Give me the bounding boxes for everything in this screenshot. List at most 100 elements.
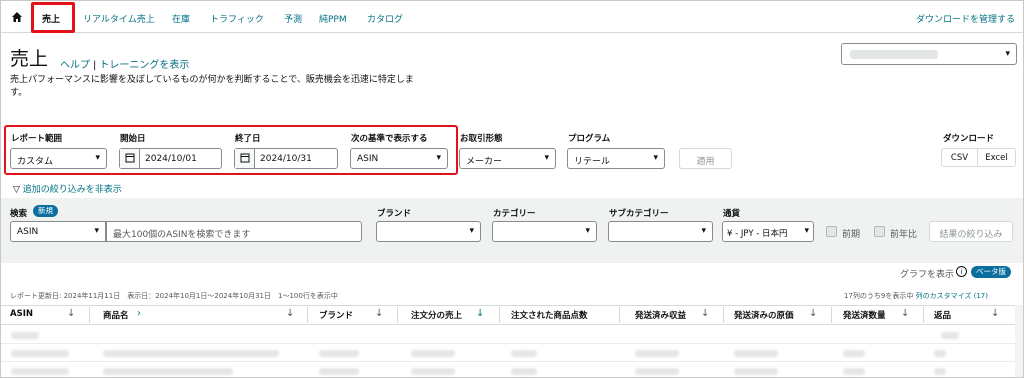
table-row[interactable] [1,362,1023,377]
table-scrollbar[interactable] [1015,305,1023,377]
app-frame: 売上 リアルタイム売上 在庫 トラフィック 予測 純PPM カタログ ダウンロー… [0,0,1024,378]
col-header-shipped-units[interactable]: 発送済数量 [843,309,886,321]
currency-label: 通貨 [723,209,741,219]
chevron-down-icon: ▾ [1005,49,1010,59]
columns-info: 17列のうち9を表示中 列のカスタマイズ (17) [844,291,988,301]
hide-filters-toggle[interactable]: ▽ 追加の絞り込みを非表示 [13,182,122,195]
start-date-label: 開始日 [120,134,146,144]
column-divider [923,307,924,323]
program-select[interactable]: リテール ▾ [567,148,665,169]
currency-select[interactable]: ¥ - JPY - 日本円 ▾ [722,221,814,242]
prev-period-checkbox[interactable] [826,226,837,237]
sort-arrow-icon[interactable]: ↓ [809,308,817,319]
column-divider [619,307,620,323]
chevron-down-icon: ▾ [94,226,99,236]
show-by-select[interactable]: ASIN ▾ [350,148,448,169]
columns-shown-text: 17列のうち9を表示中 [844,292,914,300]
help-link[interactable]: ヘルプ [60,60,90,71]
nav-tab-traffic[interactable]: トラフィック [210,12,264,25]
sort-arrow-icon[interactable]: ↓ [701,308,709,319]
customize-columns-link[interactable]: 列のカスタマイズ (17) [916,292,988,300]
chevron-down-icon: ▾ [544,153,549,163]
col-header-product-name[interactable]: 商品名 [103,309,129,321]
col-header-ordered-revenue[interactable]: 注文分の売上 [411,309,462,321]
refine-results-button[interactable]: 結果の絞り込み [929,221,1013,242]
sort-arrow-icon[interactable]: ↓ [375,308,383,319]
col-header-asin[interactable]: ASIN [10,309,33,319]
col-header-returns[interactable]: 返品 [934,309,951,321]
beta-badge: ベータ版 [971,266,1011,278]
show-by-label: 次の基準で表示する [351,134,428,144]
manage-downloads-link[interactable]: ダウンロードを管理する [916,12,1015,25]
account-select[interactable]: ▾ [841,43,1017,65]
apply-button[interactable]: 適用 [679,148,732,169]
currency-value: ¥ - JPY - 日本円 [727,229,788,239]
subcategory-select[interactable]: ▾ [608,221,713,242]
distributor-select[interactable]: メーカー ▾ [459,148,556,169]
show-graph-link[interactable]: グラフを表示 [900,267,954,280]
new-badge: 新規 [33,205,58,217]
end-date-value: 2024/10/31 [260,154,312,164]
category-label: カテゴリー [493,209,536,219]
csv-button[interactable]: CSV [941,148,978,167]
brand-select[interactable]: ▾ [376,221,481,242]
sort-arrow-icon[interactable]: ↓ [901,308,909,319]
nav-tab-realtime-sales[interactable]: リアルタイム売上 [83,12,155,25]
column-divider [499,307,500,323]
nav-tab-net-ppm[interactable]: 純PPM [319,12,347,25]
col-header-shipped-revenue[interactable]: 発送済み収益 [635,309,686,321]
table-row[interactable] [1,326,1023,344]
download-label: ダウンロード [943,134,995,144]
column-divider [397,307,398,323]
nav-tab-catalog[interactable]: カタログ [367,12,403,25]
end-date-label: 終了日 [235,134,261,144]
hide-filters-label: 追加の絞り込みを非表示 [22,185,122,195]
chevron-down-icon: ▾ [436,153,441,163]
col-header-brand[interactable]: ブランド [319,309,353,321]
column-divider [307,307,308,323]
expand-chevron-icon[interactable]: › [137,308,141,319]
report-range-select[interactable]: カスタム ▾ [10,148,107,169]
report-range-label: レポート範囲 [11,134,63,144]
info-icon[interactable]: i [956,266,967,277]
table-row[interactable] [1,344,1023,362]
start-date-input[interactable]: 2024/10/01 [119,148,222,169]
sort-arrow-icon[interactable]: ↓ [67,308,75,319]
search-label: 検索 [10,209,28,219]
col-header-shipped-cogs[interactable]: 発送済みの原価 [734,309,794,321]
brand-label: ブランド [377,209,412,219]
col-header-ordered-units[interactable]: 注文された商品点数 [511,309,588,321]
end-date-input[interactable]: 2024/10/31 [234,148,338,169]
chevron-down-icon: ▾ [469,226,474,236]
page-title: 売上 [10,48,49,70]
category-select[interactable]: ▾ [492,221,597,242]
report-range-value: カスタム [17,157,54,167]
column-divider [723,307,724,323]
calendar-icon[interactable] [120,149,140,168]
column-divider [89,307,90,323]
sort-arrow-icon[interactable]: ↓ [476,308,484,319]
search-type-select[interactable]: ASIN ▾ [10,221,106,242]
highlight-box-sales-tab [31,2,75,33]
chevron-down-icon: ▾ [585,226,590,236]
home-icon[interactable] [11,11,23,23]
distributor-label: お取引形態 [460,134,503,144]
prev-year-checkbox[interactable] [874,226,885,237]
search-input[interactable]: 最大100個のASINを検索できます [106,221,362,242]
nav-tab-inventory[interactable]: 在庫 [172,12,190,25]
top-nav: 売上 リアルタイム売上 在庫 トラフィック 予測 純PPM カタログ ダウンロー… [1,1,1023,33]
sort-arrow-icon[interactable]: ↓ [286,308,294,319]
report-meta: レポート更新日: 2024年11月11日 表示日：2024年10月1日～2024… [10,292,338,300]
calendar-icon[interactable] [235,149,255,168]
sort-arrow-icon[interactable]: ↓ [991,308,999,319]
excel-button[interactable]: Excel [978,148,1016,167]
distributor-value: メーカー [466,157,503,167]
search-type-value: ASIN [17,227,39,237]
nav-tab-forecast[interactable]: 予測 [284,12,302,25]
help-links: ヘルプ | トレーニングを表示 [60,60,190,71]
chevron-down-icon: ▾ [653,153,658,163]
chevron-down-icon: ▾ [701,226,706,236]
subcategory-label: サブカテゴリー [609,209,669,219]
training-link[interactable]: トレーニングを表示 [99,60,189,71]
chevron-down-icon: ▾ [95,153,100,163]
